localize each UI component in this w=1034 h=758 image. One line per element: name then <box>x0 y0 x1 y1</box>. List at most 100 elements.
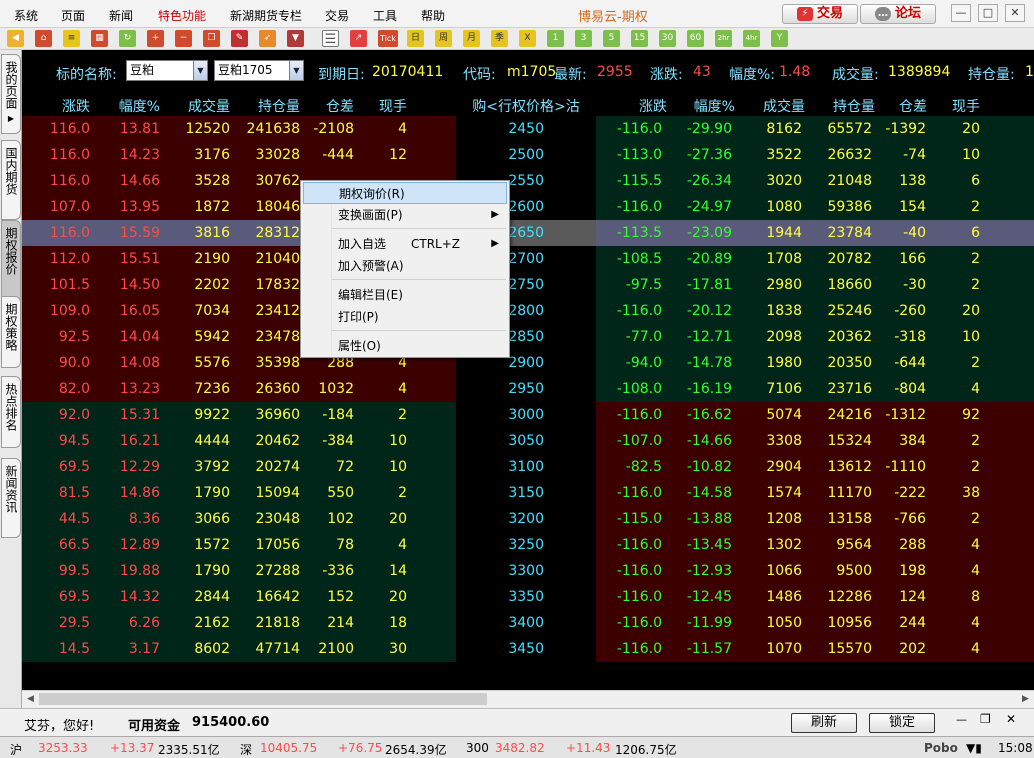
table-row[interactable]: 90.0 14.08 5576 35398 288 4 2900 -94.0 -14.78 198… <box>22 350 1034 376</box>
col-call-change[interactable]: 涨跌 <box>42 96 90 116</box>
menu-add-alert[interactable]: 加入预警(A) <box>303 255 507 277</box>
col-call-last-hand[interactable]: 现手 <box>367 96 407 116</box>
table-row[interactable]: 116.0 14.23 3176 33028 -444 12 2500 -113.0 -27.3… <box>22 142 1034 168</box>
contract-select[interactable]: 豆粕1705 ▼ <box>214 60 304 81</box>
menu-edit-columns[interactable]: 编辑栏目(E) <box>303 284 507 306</box>
table-row[interactable]: 44.5 8.36 3066 23048 102 20 3200 -115.0 -13.88 12… <box>22 506 1034 532</box>
table-row[interactable]: 29.5 6.26 2162 21818 214 18 3400 -116.0 -11.99 10… <box>22 610 1034 636</box>
period-4hr-button[interactable]: 4hr <box>743 30 760 47</box>
menu-help[interactable]: 帮助 <box>421 7 445 24</box>
table-row[interactable]: 112.0 15.51 2190 21040 2700 -108.5 -20.89 1708 2… <box>22 246 1034 272</box>
col-put-oi[interactable]: 持仓量 <box>815 96 875 116</box>
menu-trade[interactable]: 交易 <box>325 7 349 24</box>
table-row[interactable]: 69.5 14.32 2844 16642 152 20 3350 -116.0 -12.45 1… <box>22 584 1034 610</box>
refresh-icon[interactable]: ↻ <box>119 30 136 47</box>
underlying-select[interactable]: 豆粕 ▼ <box>126 60 208 81</box>
side-tab-news[interactable]: 新闻资讯 <box>1 458 21 538</box>
close-button[interactable]: ✕ <box>1005 4 1025 22</box>
period-3m-button[interactable]: 3 <box>575 30 592 47</box>
home-icon[interactable]: ⌂ <box>35 30 52 47</box>
col-strike[interactable]: 购<行权价格>沽 <box>464 96 588 116</box>
table-row[interactable]: 107.0 13.95 1872 18046 2600 -116.0 -24.97 1080 5… <box>22 194 1034 220</box>
col-put-last-hand[interactable]: 现手 <box>940 96 980 116</box>
trade-button[interactable]: ⚡ 交易 <box>782 4 858 24</box>
side-tab-domestic-futures[interactable]: 国内期货 <box>1 140 21 220</box>
col-put-pct[interactable]: 幅度% <box>677 96 735 116</box>
table-row[interactable]: 66.5 12.89 1572 17056 78 4 3250 -116.0 -13.45 130… <box>22 532 1034 558</box>
side-tab-hot-ranking[interactable]: 热点排名 <box>1 376 21 448</box>
menu-system[interactable]: 系统 <box>14 7 38 24</box>
menu-features[interactable]: 特色功能 <box>158 7 206 24</box>
menu-tools[interactable]: 工具 <box>373 7 397 24</box>
chart-board-icon[interactable]: ▦ <box>91 30 108 47</box>
table-row[interactable]: 116.0 13.81 12520 241638 -2108 4 2450 -116.0 -29… <box>22 116 1034 142</box>
table-row[interactable]: 101.5 14.50 2202 17832 2750 -97.5 -17.81 2980 18… <box>22 272 1034 298</box>
menu-xinhu-column[interactable]: 新湖期货专栏 <box>230 7 302 24</box>
rocket-icon[interactable]: ➶ <box>259 30 276 47</box>
call-cell: 78 <box>336 537 354 553</box>
period-x-button[interactable]: X <box>519 30 536 47</box>
table-row[interactable]: 82.0 13.23 7236 26360 1032 4 2950 -108.0 -16.19 7… <box>22 376 1034 402</box>
table-row[interactable]: 92.0 15.31 9922 36960 -184 2 3000 -116.0 -16.62 5… <box>22 402 1034 428</box>
maximize-button[interactable]: □ <box>978 4 998 22</box>
col-call-oi[interactable]: 持仓量 <box>240 96 300 116</box>
table-row[interactable]: 92.5 14.04 5942 23478 2850 -77.0 -12.71 2098 203… <box>22 324 1034 350</box>
table-row[interactable]: 81.5 14.86 1790 15094 550 2 3150 -116.0 -14.58 15… <box>22 480 1034 506</box>
period-day-button[interactable]: 日 <box>407 30 424 47</box>
period-2hr-button[interactable]: 2hr <box>715 30 732 47</box>
col-call-volume[interactable]: 成交量 <box>172 96 230 116</box>
period-week-button[interactable]: 周 <box>435 30 452 47</box>
menu-add-watchlist[interactable]: 加入自选 CTRL+Z ▶ <box>303 233 507 255</box>
tick-button[interactable]: Tick <box>378 30 398 47</box>
back-icon[interactable]: ◀ <box>7 30 24 47</box>
menu-switch-view[interactable]: 变换画面(P) ▶ <box>303 204 507 226</box>
lock-button[interactable]: 锁定 <box>869 713 935 733</box>
pen-icon[interactable]: ✎ <box>231 30 248 47</box>
period-season-button[interactable]: 季 <box>491 30 508 47</box>
period-60m-button[interactable]: 60 <box>687 30 704 47</box>
minimize-icon[interactable]: — <box>956 713 967 726</box>
table-row[interactable]: 99.5 19.88 1790 27288 -336 14 3300 -116.0 -12.93… <box>22 558 1034 584</box>
horizontal-scrollbar[interactable]: ◀ ▶ <box>22 690 1034 707</box>
menu-option-inquiry[interactable]: 期权询价(R) <box>303 182 507 204</box>
col-put-oi-change[interactable]: 仓差 <box>885 96 927 116</box>
menu-properties[interactable]: 属性(O) <box>303 335 507 357</box>
period-month-button[interactable]: 月 <box>463 30 480 47</box>
windows-icon[interactable]: ❐ <box>203 30 220 47</box>
zoom-in-icon[interactable]: + <box>147 30 164 47</box>
period-30m-button[interactable]: 30 <box>659 30 676 47</box>
forum-button[interactable]: … 论坛 <box>860 4 936 24</box>
table-row[interactable]: 14.5 3.17 8602 47714 2100 30 3450 -116.0 -11.57 1… <box>22 636 1034 662</box>
table-view-icon[interactable]: ☰ <box>322 30 339 47</box>
period-1m-button[interactable]: 1 <box>547 30 564 47</box>
table-row[interactable]: 116.0 15.59 3816 28312 2650 -113.5 -23.09 1944 2… <box>22 220 1034 246</box>
menu-print[interactable]: 打印(P) <box>303 306 507 328</box>
period-15m-button[interactable]: 15 <box>631 30 648 47</box>
side-tab-option-strategy[interactable]: 期权策略 <box>1 296 21 368</box>
close-icon[interactable]: ✕ <box>1006 712 1016 726</box>
coins-icon[interactable]: ≡ <box>63 30 80 47</box>
col-put-volume[interactable]: 成交量 <box>747 96 805 116</box>
period-5m-button[interactable]: 5 <box>603 30 620 47</box>
col-call-oi-change[interactable]: 仓差 <box>312 96 354 116</box>
filter-icon[interactable]: ▼ <box>287 30 304 47</box>
scroll-left-icon[interactable]: ◀ <box>23 692 38 707</box>
table-row[interactable]: 116.0 14.66 3528 30762 2550 -115.5 -26.34 3020 2… <box>22 168 1034 194</box>
table-row[interactable]: 69.5 12.29 3792 20274 72 10 3100 -82.5 -10.82 290… <box>22 454 1034 480</box>
col-call-pct[interactable]: 幅度% <box>102 96 160 116</box>
table-row[interactable]: 94.5 16.21 4444 20462 -384 10 3050 -107.0 -14.66… <box>22 428 1034 454</box>
side-tab-my-page[interactable]: 我的页面 ▶ <box>1 54 21 134</box>
scroll-right-icon[interactable]: ▶ <box>1018 692 1033 707</box>
zoom-out-icon[interactable]: − <box>175 30 192 47</box>
restore-icon[interactable]: ❐ <box>980 712 991 726</box>
col-put-change[interactable]: 涨跌 <box>627 96 667 116</box>
menu-page[interactable]: 页面 <box>61 7 85 24</box>
period-year-button[interactable]: Y <box>771 30 788 47</box>
minimize-button[interactable]: — <box>951 4 971 22</box>
scroll-thumb[interactable] <box>39 693 487 705</box>
call-cell: 2844 <box>194 589 230 605</box>
line-chart-icon[interactable]: ↗ <box>350 30 367 47</box>
refresh-button[interactable]: 刷新 <box>791 713 857 733</box>
table-row[interactable]: 109.0 16.05 7034 23412 2800 -116.0 -20.12 1838 2… <box>22 298 1034 324</box>
menu-news[interactable]: 新闻 <box>109 7 133 24</box>
